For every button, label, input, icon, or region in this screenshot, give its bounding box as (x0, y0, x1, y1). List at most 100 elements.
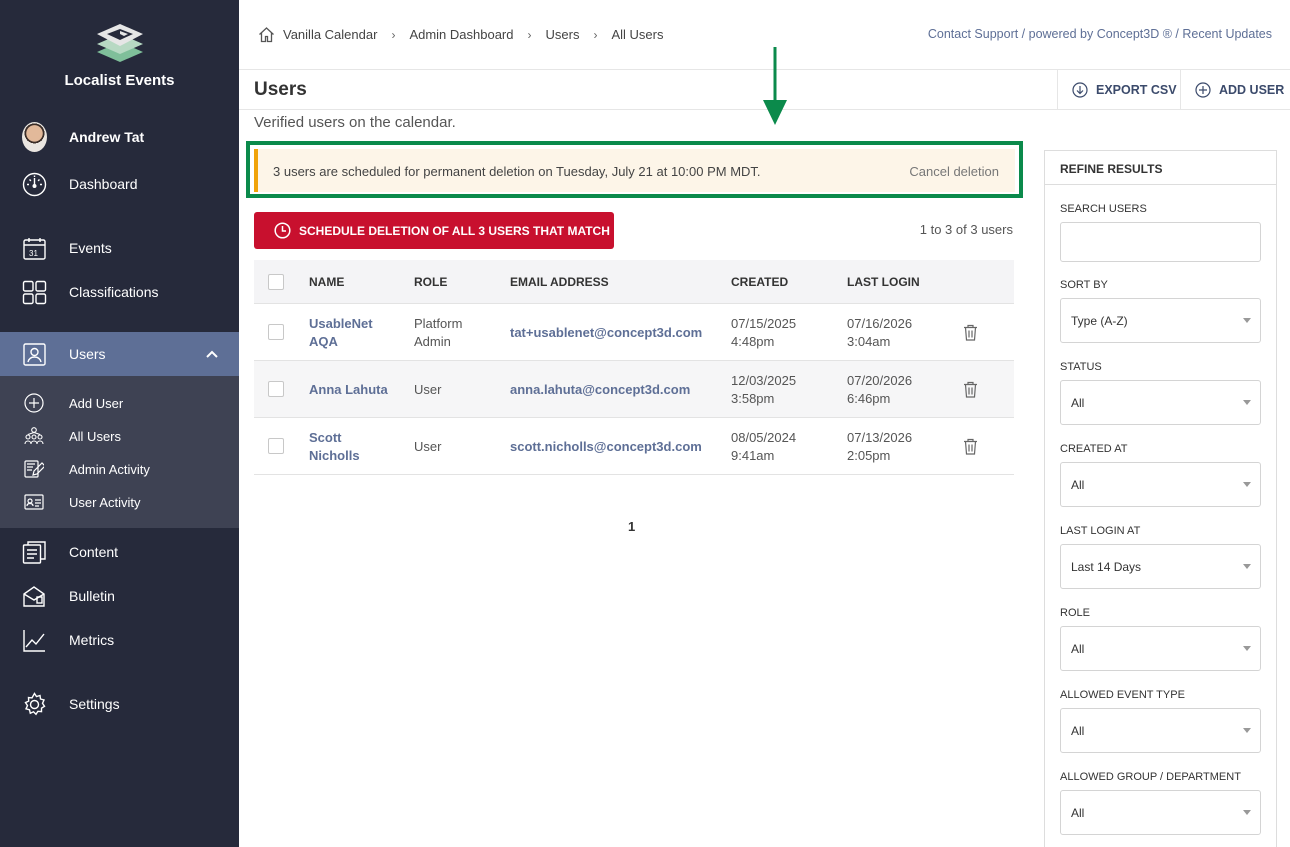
pagination-page[interactable]: 1 (628, 519, 635, 534)
allowed-event-type-label: ALLOWED EVENT TYPE (1060, 689, 1185, 701)
user-name-line: UsableNet (309, 316, 373, 331)
sidebar-item-add-user[interactable]: Add User (0, 388, 239, 418)
last-login-date: 07/13/2026 (847, 430, 913, 445)
last-login-time: 3:04am (847, 334, 891, 349)
column-header-email[interactable]: EMAIL ADDRESS (510, 275, 609, 289)
top-links[interactable]: Contact Support / powered by Concept3D ®… (928, 27, 1272, 41)
caret-down-icon (1243, 728, 1251, 733)
role-select[interactable]: All (1060, 626, 1261, 671)
sidebar-item-admin-activity[interactable]: Admin Activity (0, 454, 239, 484)
sort-by-label: SORT BY (1060, 279, 1108, 291)
user-email-link[interactable]: scott.nicholls@concept3d.com (510, 438, 702, 456)
sort-by-value: Type (A-Z) (1071, 314, 1128, 328)
user-role-line: User (414, 439, 442, 454)
sidebar-item-label: Add User (69, 395, 124, 411)
row-checkbox[interactable] (268, 381, 284, 397)
user-last-login: 07/13/2026 2:05pm (847, 429, 912, 465)
role-value: All (1071, 642, 1085, 656)
sort-by-select[interactable]: Type (A-Z) (1060, 298, 1261, 343)
user-created: 07/15/2025 4:48pm (731, 315, 796, 351)
breadcrumb-item[interactable]: Vanilla Calendar (283, 27, 377, 42)
allowed-event-type-select[interactable]: All (1060, 708, 1261, 753)
org-chart-icon (22, 426, 46, 446)
breadcrumb-item[interactable]: Admin Dashboard (409, 27, 513, 42)
plus-circle-icon (1195, 82, 1211, 98)
add-user-button[interactable]: ADD USER (1180, 70, 1290, 110)
user-name-link[interactable]: UsableNet AQA (309, 315, 399, 351)
users-subnav: Add User All Users Admin Activity User A… (0, 376, 239, 528)
created-date: 08/05/2024 (731, 430, 797, 445)
breadcrumb-item[interactable]: Users (546, 27, 580, 42)
chart-icon (22, 628, 47, 653)
sidebar-item-all-users[interactable]: All Users (0, 421, 239, 451)
row-checkbox[interactable] (268, 324, 284, 340)
brand[interactable]: Localist Events (0, 22, 239, 89)
breadcrumb-separator: › (527, 27, 532, 42)
caret-down-icon (1243, 400, 1251, 405)
export-csv-button[interactable]: EXPORT CSV (1057, 70, 1180, 110)
last-login-at-select[interactable]: Last 14 Days (1060, 544, 1261, 589)
home-icon[interactable] (258, 26, 275, 43)
created-date: 12/03/2025 (731, 373, 797, 388)
column-header-created[interactable]: CREATED (731, 275, 788, 289)
grid-icon (22, 280, 47, 305)
column-header-name[interactable]: NAME (309, 275, 344, 289)
caret-down-icon (1243, 318, 1251, 323)
allowed-group-select[interactable]: All (1060, 790, 1261, 835)
column-header-role[interactable]: ROLE (414, 275, 447, 289)
sidebar-item-user-activity[interactable]: User Activity (0, 487, 239, 517)
trash-icon[interactable] (963, 438, 978, 460)
sidebar-item-label: Admin Activity (69, 461, 150, 477)
sidebar-item-content[interactable]: Content (0, 530, 239, 574)
trash-icon[interactable] (963, 381, 978, 403)
user-name-link[interactable]: Scott Nicholls (309, 429, 399, 465)
document-icon (22, 540, 47, 565)
sidebar-item-label: User Activity (69, 494, 141, 510)
sidebar-item-label: Bulletin (69, 588, 115, 604)
download-icon (1072, 82, 1088, 98)
search-users-input[interactable] (1060, 222, 1261, 262)
alert-text: 3 users are scheduled for permanent dele… (273, 164, 761, 179)
caret-down-icon (1243, 810, 1251, 815)
column-header-last-login[interactable]: LAST LOGIN (847, 275, 920, 289)
user-profile[interactable]: Andrew Tat (0, 115, 239, 159)
created-at-select[interactable]: All (1060, 462, 1261, 507)
created-time: 4:48pm (731, 334, 775, 349)
sidebar-item-events[interactable]: 31 Events (0, 226, 239, 270)
sidebar-item-users[interactable]: Users (0, 332, 239, 376)
row-checkbox[interactable] (268, 438, 284, 454)
cancel-deletion-link[interactable]: Cancel deletion (909, 164, 999, 179)
last-login-at-value: Last 14 Days (1071, 560, 1142, 574)
select-all-checkbox[interactable] (268, 274, 284, 290)
user-email-link[interactable]: tat+usablenet@concept3d.com (510, 324, 702, 342)
table-header: NAME ROLE EMAIL ADDRESS CREATED LAST LOG… (254, 260, 1014, 304)
sidebar-item-metrics[interactable]: Metrics (0, 618, 239, 662)
last-login-date: 07/16/2026 (847, 316, 913, 331)
sidebar-item-settings[interactable]: Settings (0, 682, 239, 726)
table-row: Scott Nicholls User scott.nicholls@conce… (254, 418, 1014, 475)
user-email-link[interactable]: anna.lahuta@concept3d.com (510, 381, 690, 399)
status-select[interactable]: All (1060, 380, 1261, 425)
localist-logo-icon (96, 24, 143, 62)
last-login-at-label: LAST LOGIN AT (1060, 525, 1141, 537)
sidebar-item-label: All Users (69, 428, 122, 444)
trash-icon[interactable] (963, 324, 978, 346)
chevron-up-icon[interactable] (205, 346, 219, 362)
add-user-label: ADD USER (1219, 83, 1285, 97)
user-created: 12/03/2025 3:58pm (731, 372, 796, 408)
user-role-line: User (414, 382, 442, 397)
refine-results-panel: REFINE RESULTS SEARCH USERS SORT BY Type… (1044, 150, 1277, 847)
caret-down-icon (1243, 646, 1251, 651)
last-login-time: 2:05pm (847, 448, 891, 463)
bulletin-icon (22, 584, 47, 609)
breadcrumb-item: All Users (611, 27, 664, 42)
sidebar-item-classifications[interactable]: Classifications (0, 270, 239, 314)
last-login-date: 07/20/2026 (847, 373, 913, 388)
schedule-deletion-button[interactable]: SCHEDULE DELETION OF ALL 3 USERS THAT MA… (254, 212, 614, 249)
user-role-line: Platform (414, 316, 463, 331)
table-row: Anna Lahuta User anna.lahuta@concept3d.c… (254, 361, 1014, 418)
sidebar-item-bulletin[interactable]: Bulletin (0, 574, 239, 618)
page-title: Users (254, 79, 307, 100)
sidebar-item-dashboard[interactable]: Dashboard (0, 162, 239, 206)
user-name-link[interactable]: Anna Lahuta (309, 381, 419, 399)
